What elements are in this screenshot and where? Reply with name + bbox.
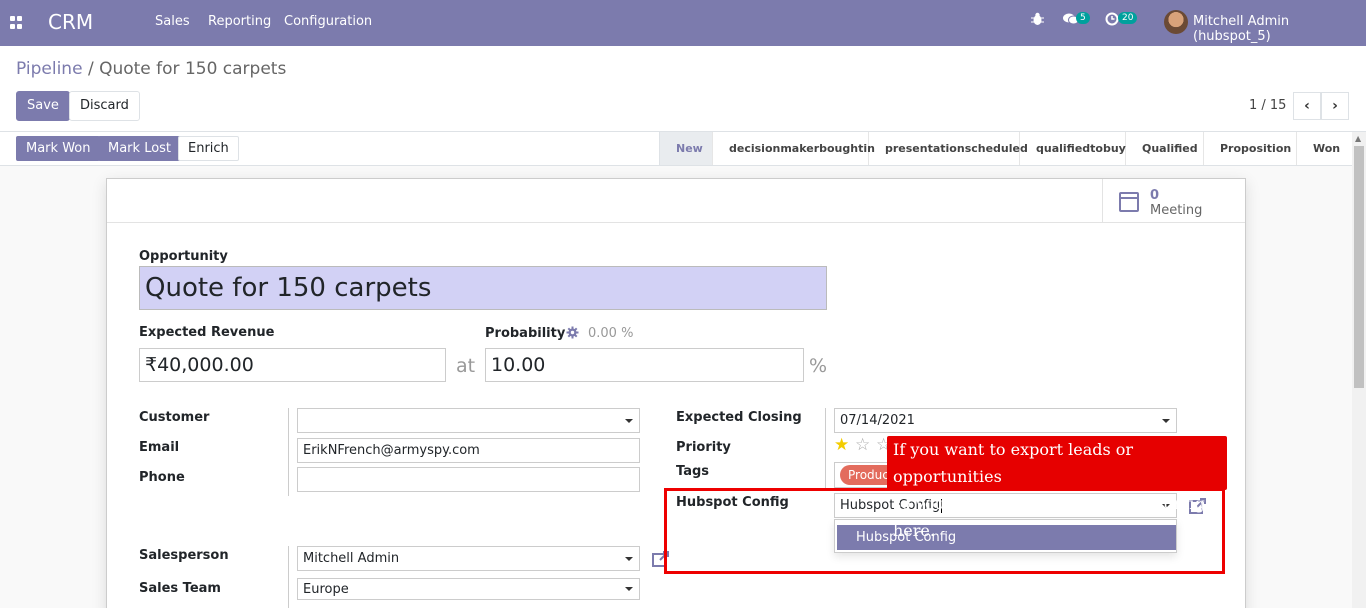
expected-closing-date-input[interactable]: 07/14/2021 [834, 408, 1177, 433]
star-icon[interactable]: ★ [834, 435, 849, 455]
divider [825, 408, 826, 490]
sales-team-label: Sales Team [139, 581, 221, 596]
phone-label: Phone [139, 470, 185, 485]
pager-value[interactable]: 1 / 15 [1249, 98, 1286, 113]
stage-presentationscheduled[interactable]: presentationscheduled [869, 132, 1028, 165]
expected-closing-value: 07/14/2021 [840, 413, 915, 428]
at-text: at [456, 355, 476, 377]
messages-badge: 5 [1076, 12, 1090, 24]
top-navbar: CRM Sales Reporting Configuration 5 20 M… [0, 0, 1366, 46]
enrich-button[interactable]: Enrich [178, 136, 239, 161]
scroll-up-icon[interactable]: ▲ [1355, 134, 1361, 143]
discard-button[interactable]: Discard [69, 91, 140, 121]
expected-closing-label: Expected Closing [676, 410, 802, 425]
salesperson-select[interactable]: Mitchell Admin [297, 546, 640, 571]
opportunity-name-input[interactable]: Quote for 150 carpets [139, 266, 827, 310]
status-bar: Mark Won Mark Lost Enrich New decisionma… [0, 132, 1353, 166]
gear-icon[interactable] [566, 326, 579, 343]
probability-auto-value: 0.00 % [588, 326, 634, 341]
expected-revenue-label: Expected Revenue [139, 325, 275, 340]
breadcrumb-current: Quote for 150 carpets [99, 59, 287, 79]
percent-sign: % [809, 355, 828, 377]
menu-sales[interactable]: Sales [155, 14, 190, 29]
star-icon[interactable]: ☆ [855, 435, 870, 455]
clock-icon[interactable] [1105, 12, 1119, 30]
stage-won[interactable]: Won [1297, 132, 1353, 165]
menu-reporting[interactable]: Reporting [208, 14, 271, 29]
customer-label: Customer [139, 410, 210, 425]
bug-icon[interactable] [1031, 12, 1044, 30]
tags-label: Tags [676, 464, 710, 479]
chevron-down-icon[interactable] [625, 556, 633, 561]
stage-proposition[interactable]: Proposition [1204, 132, 1297, 165]
probability-label: Probability [485, 326, 566, 341]
breadcrumb: Pipeline / Quote for 150 carpets [16, 59, 286, 79]
sales-team-select[interactable]: Europe [297, 578, 640, 600]
stage-bar: New decisionmakerboughtin presentationsc… [659, 132, 1353, 165]
annotation-callout: If you want to export leads or opportuni… [887, 436, 1227, 540]
stage-new[interactable]: New [660, 132, 713, 165]
chevron-down-icon[interactable] [625, 587, 633, 591]
mark-lost-button[interactable]: Mark Lost [98, 136, 182, 161]
email-field[interactable]: ErikNFrench@armyspy.com [297, 438, 640, 463]
menu-configuration[interactable]: Configuration [284, 14, 372, 29]
activities-badge: 20 [1118, 12, 1138, 24]
stage-qualified[interactable]: Qualified [1126, 132, 1204, 165]
breadcrumb-separator: / [87, 59, 94, 79]
chevron-right-icon[interactable]: › [1321, 92, 1349, 120]
vertical-scrollbar[interactable]: ▲ [1352, 132, 1366, 608]
divider [288, 408, 289, 496]
stage-qualifiedtobuy[interactable]: qualifiedtobuy [1020, 132, 1126, 165]
salesperson-value: Mitchell Admin [303, 551, 400, 566]
priority-label: Priority [676, 440, 731, 455]
scrollbar-thumb[interactable] [1354, 146, 1364, 388]
meeting-smart-button[interactable]: 0 Meeting [1102, 179, 1245, 223]
callout-line-2: so you have to define a hubspot config h… [893, 494, 1205, 540]
probability-input[interactable]: 10.00 [485, 348, 804, 382]
calendar-icon [1119, 192, 1139, 212]
divider [288, 546, 289, 608]
chevron-left-icon[interactable]: ‹ [1293, 92, 1321, 120]
sales-team-value: Europe [303, 581, 349, 597]
opportunity-label: Opportunity [139, 249, 228, 264]
app-name[interactable]: CRM [48, 10, 93, 34]
button-box: 0 Meeting [107, 179, 1245, 223]
control-panel: Pipeline / Quote for 150 carpets Save Di… [0, 46, 1366, 132]
meeting-label: Meeting [1150, 203, 1203, 218]
chevron-down-icon[interactable] [625, 418, 633, 423]
mark-won-button[interactable]: Mark Won [16, 136, 101, 161]
phone-field[interactable] [297, 467, 640, 492]
expected-revenue-input[interactable]: ₹40,000.00 [139, 348, 446, 382]
meeting-count: 0 [1150, 188, 1160, 203]
callout-line-1: If you want to export leads or opportuni… [893, 440, 1134, 486]
customer-select[interactable] [297, 408, 640, 433]
user-menu[interactable]: Mitchell Admin (hubspot_5) [1193, 14, 1366, 44]
email-label: Email [139, 440, 180, 455]
save-button[interactable]: Save [16, 91, 70, 121]
breadcrumb-pipeline[interactable]: Pipeline [16, 59, 83, 79]
chevron-down-icon[interactable] [1162, 418, 1170, 423]
salesperson-label: Salesperson [139, 548, 229, 563]
stage-decisionmakerboughtin[interactable]: decisionmakerboughtin [713, 132, 875, 165]
apps-grid-icon[interactable] [10, 16, 23, 29]
avatar[interactable] [1164, 10, 1188, 34]
